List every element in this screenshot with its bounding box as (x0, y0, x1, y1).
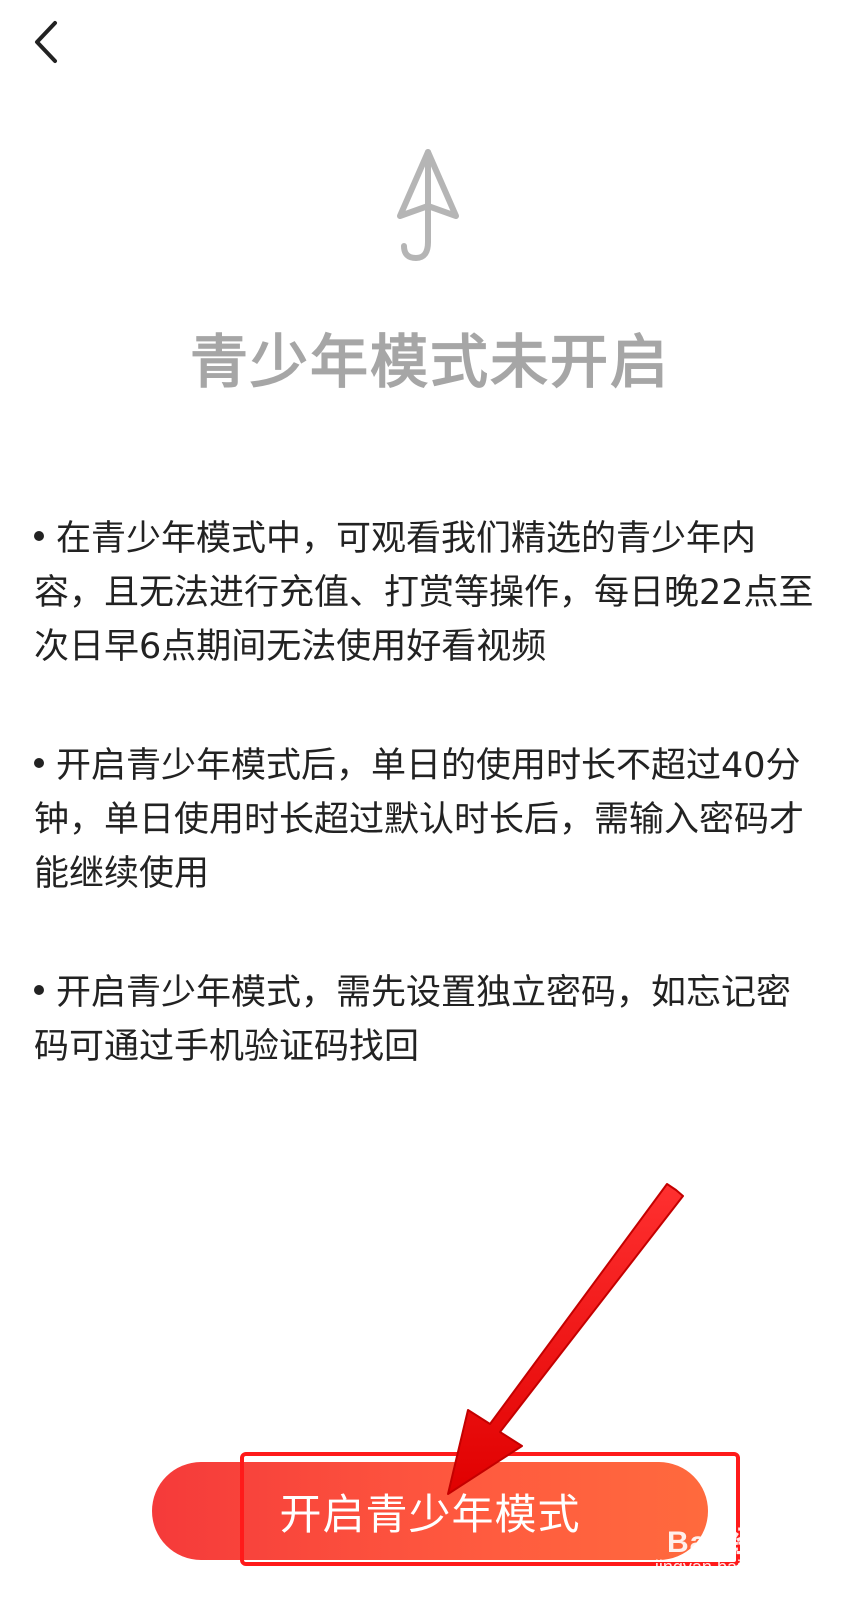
umbrella-icon (397, 149, 459, 262)
watermark-url: jingyan.baidu.com (654, 1557, 800, 1577)
bullet-icon (34, 531, 44, 541)
cta-container: 开启青少年模式 (152, 1462, 708, 1560)
page-title: 青少年模式未开启 (189, 328, 670, 396)
list-item: 在青少年模式中，可观看我们精选的青少年内容，且无法进行充值、打赏等操作，每日晚2… (34, 512, 824, 674)
rules-list: 在青少年模式中，可观看我们精选的青少年内容，且无法进行充值、打赏等操作，每日晚2… (34, 512, 824, 1139)
enable-teen-mode-button[interactable]: 开启青少年模式 (152, 1462, 708, 1560)
rule-text: 在青少年模式中，可观看我们精选的青少年内容，且无法进行充值、打赏等操作，每日晚2… (34, 519, 814, 667)
back-button[interactable] (18, 14, 74, 70)
bullet-icon (34, 758, 44, 768)
chevron-left-icon (35, 21, 57, 63)
rule-text: 开启青少年模式，需先设置独立密码，如忘记密码可通过手机验证码找回 (34, 973, 792, 1067)
bullet-icon (34, 985, 44, 995)
rule-text: 开启青少年模式后，单日的使用时长不超过40分钟，单日使用时长超过默认时长后，需输… (34, 746, 805, 894)
list-item: 开启青少年模式后，单日的使用时长不超过40分钟，单日使用时长超过默认时长后，需输… (34, 739, 824, 901)
list-item: 开启青少年模式，需先设置独立密码，如忘记密码可通过手机验证码找回 (34, 966, 824, 1074)
